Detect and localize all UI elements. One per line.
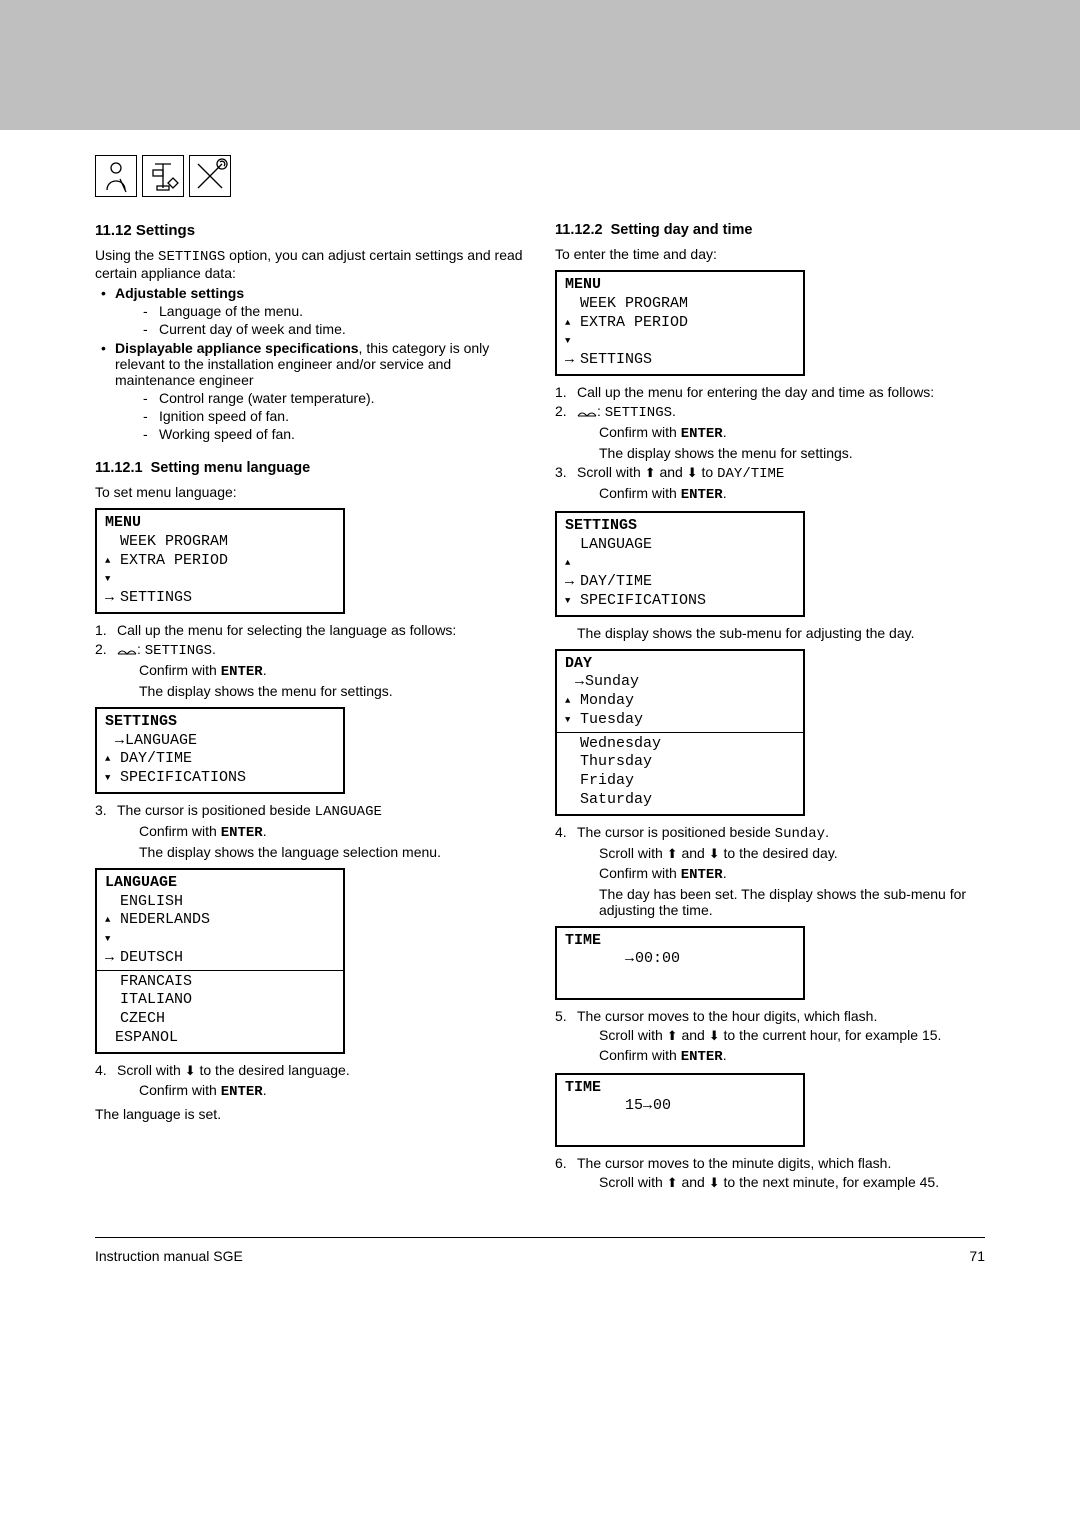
arrow-right-icon bbox=[105, 589, 115, 606]
list-item: 2.: SETTINGS. Confirm with ENTER. The di… bbox=[555, 403, 985, 461]
arrow-up-icon bbox=[105, 911, 120, 930]
lcd-time: TIME 00:00 bbox=[555, 926, 805, 1000]
arrow-right-icon bbox=[565, 573, 575, 590]
user-icon bbox=[95, 155, 137, 197]
arrow-right-icon bbox=[115, 732, 125, 749]
arrow-down-icon bbox=[105, 570, 115, 587]
list-item: 1.Call up the menu for selecting the lan… bbox=[95, 622, 525, 638]
top-header-bar bbox=[0, 0, 1080, 130]
page-number: 71 bbox=[969, 1248, 985, 1264]
bullet-adjustable: Adjustable settings Language of the menu… bbox=[95, 285, 525, 337]
arrow-right-icon bbox=[575, 673, 585, 690]
arrow-down-icon bbox=[565, 711, 580, 730]
dash-item: Control range (water temperature). bbox=[137, 390, 525, 406]
service-icon bbox=[189, 155, 231, 197]
arrow-down-icon bbox=[105, 769, 120, 788]
installer-icon bbox=[142, 155, 184, 197]
list-item: 3.Scroll with ⬆ and ⬇ to DAY/TIME Confir… bbox=[555, 464, 985, 503]
lcd-settings: SETTINGS LANGUAGE DAY/TIME SPECIFICATION… bbox=[95, 707, 345, 794]
subsection-heading: 11.12.2 Setting day and time bbox=[555, 222, 985, 238]
lcd-menu: MENU WEEK PROGRAM EXTRA PERIOD SETTINGS bbox=[95, 508, 345, 614]
footer-left: Instruction manual SGE bbox=[95, 1248, 243, 1264]
lcd-language: LANGUAGE ENGLISH NEDERLANDS DEUTSCH FRAN… bbox=[95, 868, 345, 1054]
arrow-down-icon bbox=[565, 332, 575, 349]
language-set-msg: The language is set. bbox=[95, 1106, 525, 1122]
dash-item: Language of the menu. bbox=[137, 303, 525, 319]
list-item: 5.The cursor moves to the hour digits, w… bbox=[555, 1008, 985, 1065]
arrow-down-icon bbox=[105, 930, 115, 947]
subsection-heading: 11.12.1 Setting menu language bbox=[95, 460, 525, 476]
dash-item: Current day of week and time. bbox=[137, 321, 525, 337]
page-footer: Instruction manual SGE 71 bbox=[0, 1248, 1080, 1294]
list-item: 4.Scroll with ⬇ to the desired language.… bbox=[95, 1062, 525, 1100]
arrow-right-icon bbox=[643, 1097, 653, 1114]
section-intro: Using the SETTINGS option, you can adjus… bbox=[95, 247, 525, 281]
list-item: 6.The cursor moves to the minute digits,… bbox=[555, 1155, 985, 1191]
lcd-menu: MENU WEEK PROGRAM EXTRA PERIOD SETTINGS bbox=[555, 270, 805, 376]
lcd-day: DAY Sunday Monday Tuesday Wednesday Thur… bbox=[555, 649, 805, 816]
left-column: 11.12 Settings Using the SETTINGS option… bbox=[95, 222, 525, 1197]
sub2-lead: To enter the time and day: bbox=[555, 246, 985, 262]
list-item: 2.: SETTINGS. Confirm with ENTER. The di… bbox=[95, 641, 525, 699]
arrow-down-icon bbox=[565, 592, 580, 611]
list-item: 4.The cursor is positioned beside Sunday… bbox=[555, 824, 985, 918]
dash-item: Ignition speed of fan. bbox=[137, 408, 525, 424]
lcd-time: TIME 1500 bbox=[555, 1073, 805, 1147]
arrow-right-icon bbox=[105, 949, 115, 966]
submenu-msg: The display shows the sub-menu for adjus… bbox=[577, 625, 985, 641]
arrow-right-icon bbox=[625, 950, 635, 967]
arrow-up-icon bbox=[565, 554, 575, 571]
arrow-up-icon bbox=[105, 750, 120, 769]
arrow-up-icon bbox=[565, 692, 580, 711]
arrow-up-icon bbox=[105, 552, 120, 571]
right-column: 11.12.2 Setting day and time To enter th… bbox=[555, 222, 985, 1197]
arrow-right-icon bbox=[565, 351, 575, 368]
book-icon bbox=[117, 643, 137, 659]
arrow-up-icon bbox=[565, 314, 580, 333]
lcd-settings: SETTINGS LANGUAGE DAY/TIME SPECIFICATION… bbox=[555, 511, 805, 617]
sub1-lead: To set menu language: bbox=[95, 484, 525, 500]
bullet-displayable: Displayable appliance specifications, th… bbox=[95, 340, 525, 442]
list-item: 1.Call up the menu for entering the day … bbox=[555, 384, 985, 400]
icon-row bbox=[0, 155, 1080, 197]
dash-item: Working speed of fan. bbox=[137, 426, 525, 442]
section-heading: 11.12 Settings bbox=[95, 222, 525, 239]
list-item: 3.The cursor is positioned beside LANGUA… bbox=[95, 802, 525, 860]
book-icon bbox=[577, 405, 597, 421]
